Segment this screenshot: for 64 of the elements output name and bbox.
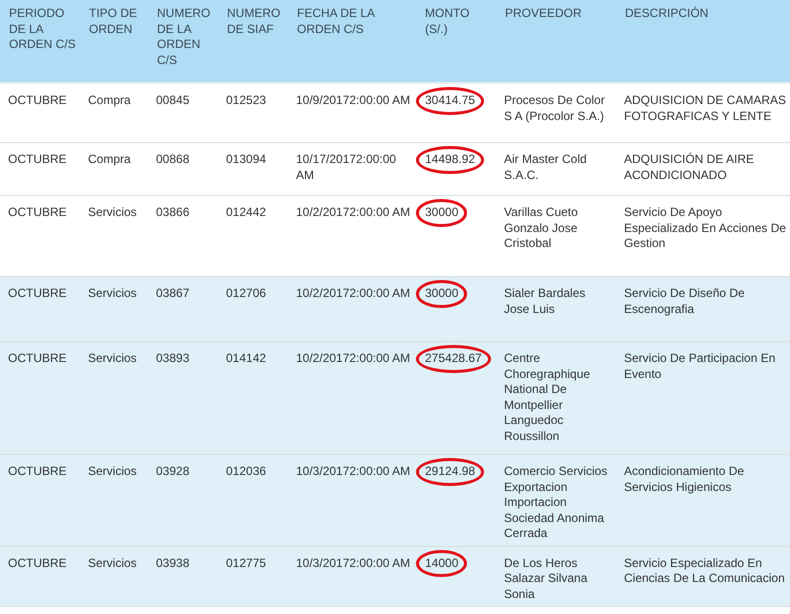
table-cell-text: 03928	[156, 464, 190, 480]
table-cell-text: Servicios	[88, 556, 138, 571]
table-cell-text: 014142	[226, 351, 268, 366]
table-cell-text: OCTUBRE	[8, 205, 68, 220]
table-cell-text: Sialer Bardales Jose Luis	[504, 286, 586, 317]
table-cell-text: 03938	[156, 556, 190, 571]
table-cell-text: 10/3/20172:00:00 AM	[296, 464, 412, 480]
table-cell-text: OCTUBRE	[8, 464, 68, 480]
table-cell-text: Acondicionamiento De Servicios Higienicos	[624, 464, 746, 495]
table-cell-text: OCTUBRE	[8, 93, 68, 108]
table-cell-text: De Los Heros Salazar Silvana Sonia	[504, 556, 588, 602]
column-header: PERIODO DE LA ORDEN C/S	[8, 5, 77, 53]
table-cell: 275428.67	[425, 351, 482, 365]
column-header: NUMERO DE SIAF	[226, 5, 282, 38]
table-cell-text: 10/2/20172:00:00 AM	[296, 351, 412, 366]
table-cell-text: OCTUBRE	[8, 556, 68, 571]
table-cell-text: OCTUBRE	[8, 351, 68, 366]
table-cell: 14000	[425, 556, 458, 570]
column-header: TIPO DE ORDEN	[88, 5, 138, 38]
table-cell: 30000	[425, 205, 458, 219]
table-cell: 30414.75	[425, 93, 476, 107]
table-cell-text: Compra	[88, 93, 132, 108]
table-cell-text: 012036	[226, 464, 268, 480]
table-cell-text: Servicio Especializado En Ciencias De La Comunicacion	[624, 556, 786, 586]
table-cell-text: Servicio De Diseño De Escenografia	[624, 286, 746, 317]
table-cell: Servicio De Apoyo Especializado En Acciones De Gestion	[624, 205, 787, 252]
table-cell-text: 10/2/20172:00:00 AM	[296, 286, 412, 302]
table-cell-text: 013094	[226, 152, 268, 168]
table-cell-text: 10/3/20172:00:00 AM	[296, 556, 412, 571]
table-cell-text: 00845	[156, 93, 190, 108]
table-cell-text: Comercio Servicios Exportacion Importacion Sociedad Anonima Cerrada	[504, 464, 608, 542]
table-cell-text: Servicio De Participacion En Evento	[624, 351, 776, 382]
table-cell-text: 012442	[226, 205, 268, 220]
table-cell-text: 03867	[156, 286, 190, 302]
column-header: FECHA DE LA ORDEN C/S	[296, 5, 376, 38]
table-cell-text: 012775	[226, 556, 268, 571]
table-cell-text: Servicios	[88, 464, 138, 480]
table-cell-text: 10/2/20172:00:00 AM	[296, 205, 412, 220]
table-cell-text: 03893	[156, 351, 190, 366]
table-cell-text: 00868	[156, 152, 190, 168]
column-header: DESCRIPCIÓN	[624, 5, 710, 22]
table-cell: 14498.92	[425, 152, 476, 166]
table-cell-text: Procesos De Color S A (Procolor S.A.)	[504, 93, 606, 124]
table-cell: ADQUISICION DE CAMARAS FOTOGRAFICAS Y LENTE	[624, 93, 787, 124]
table-cell-text: 012706	[226, 286, 268, 302]
table-cell-text: Servicios	[88, 286, 138, 302]
table-cell: 30000	[425, 286, 458, 300]
table-cell-text: 03866	[156, 205, 190, 220]
column-header: NUMERO DE LA ORDEN C/S	[156, 5, 212, 68]
table-cell-text: 10/9/20172:00:00 AM	[296, 93, 412, 108]
table-cell-text: 012523	[226, 93, 268, 108]
table-cell-text: OCTUBRE	[8, 152, 68, 168]
column-header: PROVEEDOR	[504, 5, 583, 22]
table-cell-text: 10/17/20172:00:00 AM	[296, 152, 398, 183]
table-cell-text: OCTUBRE	[8, 286, 68, 302]
table-cell-text: Air Master Cold S.A.C.	[504, 152, 588, 183]
table-cell-text: Compra	[88, 152, 132, 168]
table-cell-text: Varillas Cueto Gonzalo Jose Cristobal	[504, 205, 579, 252]
table-cell-text: Servicios	[88, 205, 138, 220]
table-cell-text: ADQUISICIÓN DE AIRE ACONDICIONADO	[624, 152, 756, 183]
column-header: MONTO (S/.)	[424, 5, 470, 38]
table-cell-text: Servicios	[88, 351, 138, 366]
table-cell: 29124.98	[425, 464, 476, 478]
table-cell-text: Centre Choregraphique National De Montpellier Languedoc Roussillon	[504, 351, 592, 444]
